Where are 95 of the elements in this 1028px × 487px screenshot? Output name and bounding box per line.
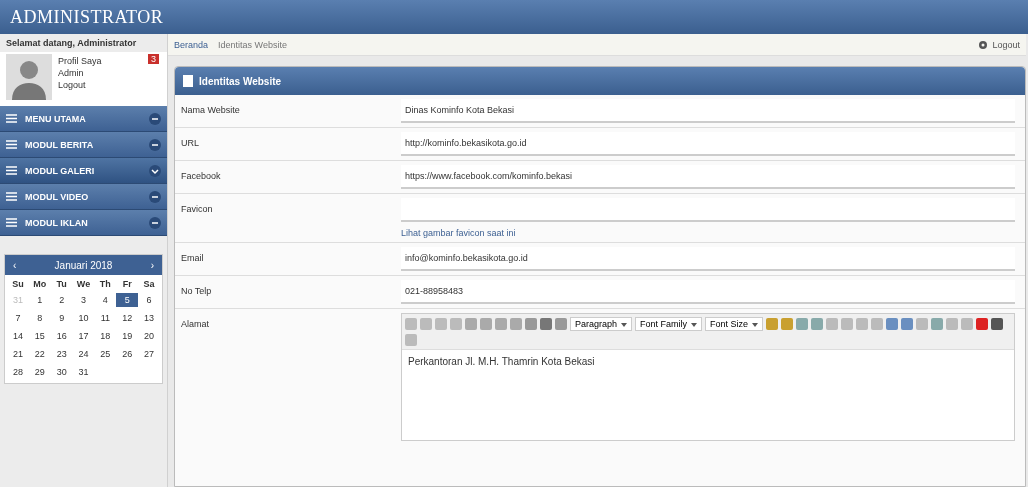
favicon-link[interactable]: Lihat gambar favicon saat ini	[401, 228, 1015, 238]
field-label: Alamat	[181, 318, 210, 331]
calendar-day[interactable]: 27	[138, 347, 160, 361]
file-input-field[interactable]	[401, 198, 1015, 222]
editor-text: Perkantoran Jl. M.H. Thamrin Kota Bekasi	[407, 355, 596, 369]
input-field[interactable]: http://kominfo.bekasikota.go.id	[401, 132, 1015, 156]
calendar-day[interactable]: 24	[72, 347, 95, 361]
sidebar-menu-item[interactable]: MODUL GALERI	[0, 158, 167, 184]
format-icon[interactable]	[976, 318, 989, 330]
sidebar-menu-item[interactable]: MODUL BERITA	[0, 132, 167, 158]
input-field[interactable]: https://www.facebook.com/kominfo.bekasi	[401, 165, 1015, 189]
menu-icon	[6, 140, 17, 149]
toolbar-dropdown[interactable]: Paragraph	[570, 317, 633, 331]
panel-title: Identitas Website	[199, 75, 282, 87]
user-link[interactable]: Logout	[58, 80, 102, 90]
toolbar-dropdown[interactable]: Font Family	[635, 317, 703, 331]
weekday-label: We	[75, 279, 92, 289]
minus-icon	[149, 112, 161, 125]
sidebar-menu-item[interactable]: MENU UTAMA	[0, 106, 167, 132]
calendar-day[interactable]: 26	[116, 347, 139, 361]
app-title: ADMINISTRATOR	[10, 6, 164, 28]
calendar-day[interactable]: 3	[72, 293, 95, 307]
calendar-day[interactable]: 5	[116, 293, 139, 307]
input-field[interactable]: 021-88958483	[401, 280, 1015, 304]
avatar-silhouette-icon	[6, 54, 52, 100]
calendar-day[interactable]: 30	[50, 365, 73, 379]
caret-icon	[691, 323, 698, 327]
breadcrumb-link[interactable]: Beranda	[174, 39, 209, 50]
sidebar-menu-item[interactable]: MODUL VIDEO	[0, 184, 167, 210]
calendar-day[interactable]: 8	[28, 311, 51, 325]
calendar-day[interactable]: 16	[50, 329, 73, 343]
caret-icon	[621, 323, 628, 327]
caret-icon	[752, 323, 759, 327]
calendar-month: Januari 2018	[54, 259, 113, 271]
calendar-day[interactable]: 2	[50, 293, 73, 307]
menu-icon	[6, 192, 17, 201]
calendar-day[interactable]: 17	[72, 329, 95, 343]
calendar-day[interactable]: 25	[94, 347, 117, 361]
next-month-button[interactable]: ›	[150, 259, 154, 271]
calendar-day[interactable]: 14	[7, 329, 29, 343]
calendar-day[interactable]: 15	[28, 329, 51, 343]
menu-icon	[6, 114, 17, 123]
minus-icon	[149, 216, 161, 229]
calendar-day[interactable]: 9	[50, 311, 73, 325]
prev-month-button[interactable]: ‹	[13, 259, 17, 271]
input-field[interactable]: info@kominfo.bekasikota.go.id	[401, 247, 1015, 271]
weekday-label: Sa	[142, 279, 156, 289]
chevron-down-icon	[149, 164, 161, 177]
field-label: Favicon	[181, 203, 214, 216]
breadcrumb-current: Identitas Website	[218, 39, 288, 50]
user-link[interactable]: Admin	[58, 68, 102, 78]
calendar-day[interactable]: 28	[7, 365, 29, 379]
calendar-day[interactable]: 20	[138, 329, 160, 343]
minus-icon	[149, 190, 161, 203]
menu-icon	[6, 218, 17, 227]
calendar-day[interactable]: 7	[7, 311, 29, 325]
field-label: Nama Website	[181, 104, 241, 117]
field-label: URL	[181, 137, 200, 150]
weekday-label: Th	[98, 279, 112, 289]
gear-icon	[978, 39, 989, 50]
calendar-day[interactable]: 31	[72, 365, 95, 379]
format-icon[interactable]	[886, 318, 899, 330]
weekday-label: Tu	[55, 279, 68, 289]
calendar-day[interactable]: 1	[28, 293, 51, 307]
calendar-day[interactable]: 11	[94, 311, 117, 325]
sidebar-menu-item[interactable]: MODUL IKLAN	[0, 210, 167, 236]
greeting-text: Selamat datang, Administrator	[5, 37, 138, 50]
calendar-day[interactable]: 21	[7, 347, 29, 361]
field-label: Facebook	[181, 170, 222, 183]
weekday-label: Fr	[121, 279, 133, 289]
rich-text-editor[interactable]: Paragraph Font Family Font Size Perkantoran Jl. M.H. Thamrin Kota Bekasi	[401, 313, 1015, 441]
calendar-day[interactable]: 4	[94, 293, 117, 307]
calendar-day[interactable]: 22	[28, 347, 51, 361]
minus-icon	[149, 138, 161, 151]
format-icon[interactable]	[991, 318, 1004, 330]
calendar-day[interactable]: 29	[28, 365, 51, 379]
calendar-day[interactable]: 12	[116, 311, 139, 325]
weekday-label: Su	[11, 279, 25, 289]
calendar-day[interactable]: 13	[138, 311, 160, 325]
logout-link[interactable]: Logout	[978, 39, 1020, 50]
calendar-day[interactable]: 10	[72, 311, 95, 325]
calendar-day[interactable]: 18	[94, 329, 117, 343]
document-icon	[183, 75, 193, 87]
calendar-day[interactable]: 6	[138, 293, 160, 307]
calendar-day[interactable]: 19	[116, 329, 139, 343]
calendar-day[interactable]: 23	[50, 347, 73, 361]
input-field[interactable]: Dinas Kominfo Kota Bekasi	[401, 99, 1015, 123]
notification-badge: 3	[148, 54, 159, 64]
user-link[interactable]: Profil Saya	[58, 56, 102, 66]
toolbar-dropdown[interactable]: Font Size	[705, 317, 764, 331]
field-label: No Telp	[181, 285, 213, 298]
menu-icon	[6, 166, 17, 175]
format-icon[interactable]	[901, 318, 914, 330]
field-label: Email	[181, 252, 205, 265]
weekday-label: Mo	[32, 279, 48, 289]
